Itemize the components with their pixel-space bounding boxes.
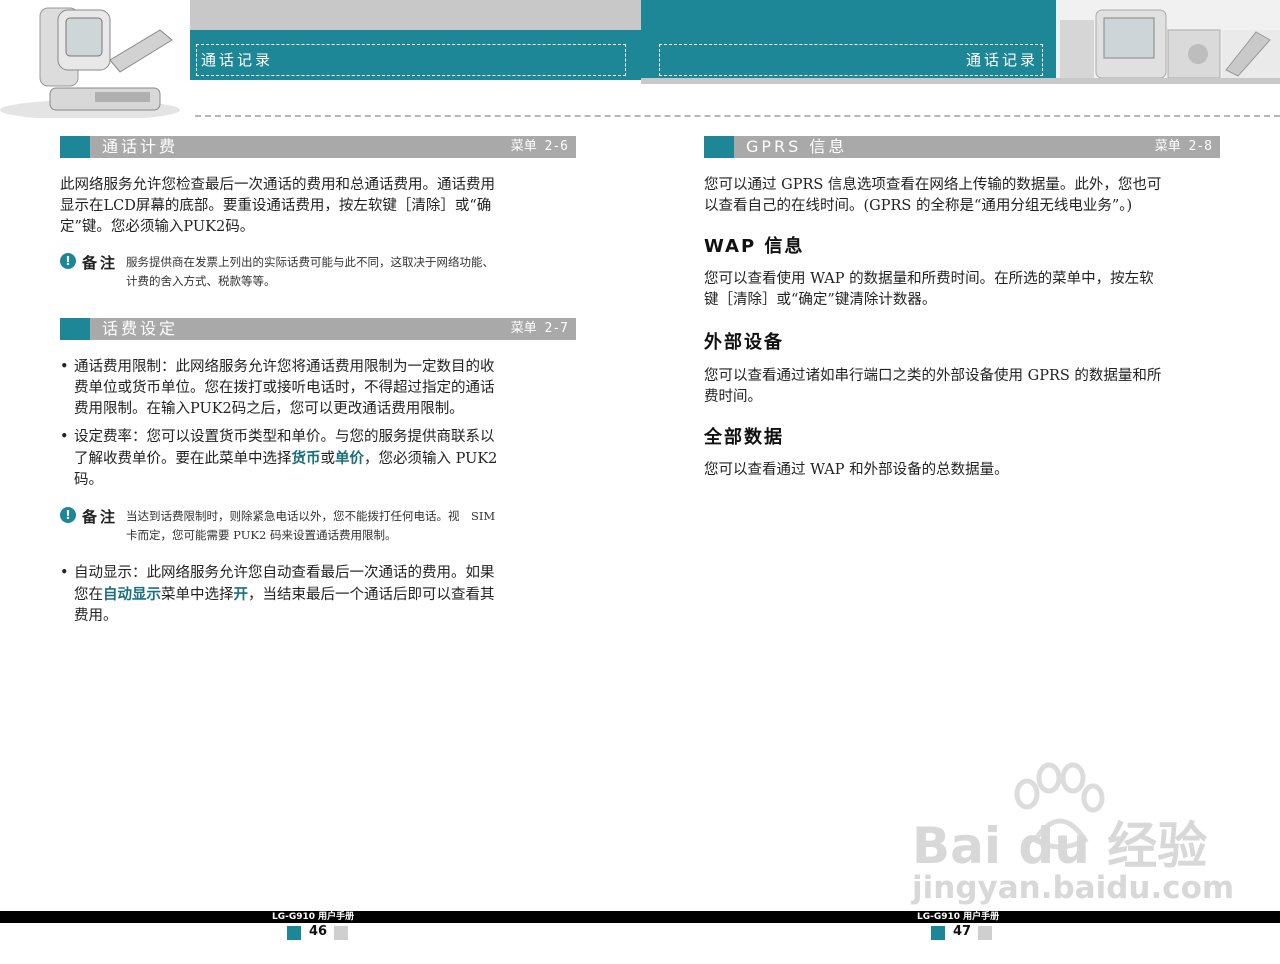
page-number-grey-block [334, 926, 348, 940]
text-line: 显示在LCD屏幕的底部。要重设通话费用，按左软键［清除］或“确 [60, 198, 492, 214]
header-title-right: 通话记录 [659, 44, 1043, 76]
text-line: 了解收费单价。要在此菜单中选择货币或单价，您必须输入 PUK2 [74, 448, 497, 470]
note-label: 备注 [82, 508, 119, 526]
section-title: 通话计费 [102, 137, 179, 156]
section-title: 话费设定 [102, 319, 179, 338]
text-line: 当达到话费限制时，则除紧急电话以外，您不能拨打任何电话。视 SIM [126, 509, 496, 523]
menu-option-currency: 货币 [291, 450, 321, 467]
text-span: 菜单中选择 [161, 587, 234, 603]
section-bar-block [704, 136, 734, 158]
note-text: 服务提供商在发票上列出的实际话费可能与此不同，这取决于网络功能、 计费的舍入方式… [126, 253, 494, 291]
phone-illustration-right [1056, 0, 1280, 78]
bullet-auto-display: • 自动显示：此网络服务允许您自动查看最后一次通话的费用。如果 您在自动显示菜单… [60, 563, 576, 626]
heading-wap-info: WAP 信息 [704, 236, 805, 257]
text-line: 卡而定，您可能需要 PUK2 码来设置通话费用限制。 [126, 528, 397, 542]
text-span: 了解收费单价。要在此菜单中选择 [74, 451, 292, 467]
text-line: 服务提供商在发票上列出的实际话费可能与此不同，这取决于网络功能、 [126, 255, 494, 269]
note-cost-limit: ! 备注 当达到话费限制时，则除紧急电话以外，您不能拨打任何电话。视 SIM 卡… [60, 506, 576, 546]
footer-manual-left: LG-G910 用户手册 [272, 912, 355, 922]
text-line: 费单位或货币单位。您在拨打或接听电话时，不得超过指定的通话 [74, 380, 495, 396]
text-line: 键［清除］或“确定”键清除计数器。 [704, 292, 937, 308]
section-bar-cost-settings: 话费设定 菜单 2-7 [60, 318, 576, 340]
bullet-dot: • [60, 359, 69, 375]
bullet-dot: • [60, 429, 69, 445]
menu-option-unit-price: 单价 [335, 450, 364, 467]
text-line: 费时间。 [704, 389, 762, 405]
bullet-set-tariff: • 设定费率：您可以设置货币类型和单价。与您的服务提供商联系以 了解收费单价。要… [60, 427, 576, 490]
text-line: 您可以通过 GPRS 信息选项查看在网络上传输的数据量。此外，您也可 [704, 177, 1162, 193]
text-line: 设定费率：您可以设置货币类型和单价。与您的服务提供商联系以 [74, 429, 495, 445]
watermark-brand: Bai du 经验 [912, 817, 1208, 875]
text-line: 定”键。您必须输入PUK2码。 [60, 219, 255, 235]
header-dashed-rule [195, 115, 1280, 117]
text-line: 您可以查看通过诸如串行端口之类的外部设备使用 GPRS 的数据量和所 [704, 368, 1162, 384]
page-number-grey-block [978, 926, 992, 940]
header-grey-band-left [186, 0, 641, 30]
menu-number: 菜单 2-8 [1154, 139, 1212, 154]
bullet-text: 设定费率：您可以设置货币类型和单价。与您的服务提供商联系以 了解收费单价。要在此… [74, 427, 497, 491]
bullet-text: 自动显示：此网络服务允许您自动查看最后一次通话的费用。如果 您在自动显示菜单中选… [74, 563, 495, 627]
section-bar-block [60, 136, 90, 158]
menu-option-auto-display: 自动显示 [103, 586, 161, 603]
external-device-paragraph: 您可以查看通过诸如串行端口之类的外部设备使用 GPRS 的数据量和所 费时间。 [704, 366, 1224, 408]
bullet-cost-limit: • 通话费用限制：此网络服务允许您将通话费用限制为一定数目的收 费单位或货币单位… [60, 357, 576, 420]
section-bar-gprs-info: GPRS 信息 菜单 2-8 [704, 136, 1220, 158]
phone-illustration-left [0, 0, 190, 118]
text-line: 计费的舍入方式、税款等等。 [126, 274, 276, 288]
heading-external-device: 外部设备 [704, 332, 784, 353]
heading-all-data: 全部数据 [704, 427, 784, 448]
section-bar-call-cost: 通话计费 菜单 2-6 [60, 136, 576, 158]
text-span: 或 [320, 451, 336, 467]
note-label: 备注 [82, 254, 119, 272]
menu-option-on: 开 [233, 586, 249, 603]
header-grey-band-right [641, 78, 1280, 84]
menu-number: 菜单 2-6 [510, 139, 568, 154]
text-line: 费用限制。在输入PUK2码之后，您可以更改通话费用限制。 [74, 401, 464, 417]
section-title: GPRS 信息 [746, 137, 848, 156]
call-cost-paragraph: 此网络服务允许您检查最后一次通话的费用和总通话费用。通话费用 显示在LCD屏幕的… [60, 175, 576, 238]
page-number-block [287, 926, 301, 940]
wap-info-paragraph: 您可以查看使用 WAP 的数据量和所费时间。在所选的菜单中，按左软 键［清除］或… [704, 269, 1224, 311]
text-line: 自动显示：此网络服务允许您自动查看最后一次通话的费用。如果 [74, 565, 495, 581]
all-data-paragraph: 您可以查看通过 WAP 和外部设备的总数据量。 [704, 460, 1224, 481]
text-line: 您可以查看通过 WAP 和外部设备的总数据量。 [704, 462, 1009, 478]
text-span: ，当结束最后一个通话后即可以查看其 [248, 587, 495, 603]
bullet-dot: • [60, 565, 69, 581]
text-span: ，您必须输入 PUK2 [364, 451, 498, 467]
exclamation-icon: ! [60, 253, 76, 269]
text-line: 以查看自己的在线时间。(GPRS 的全称是“通用分组无线电业务”。) [704, 198, 1133, 214]
text-line: 您可以查看使用 WAP 的数据量和所费时间。在所选的菜单中，按左软 [704, 271, 1154, 287]
watermark-url: jingyan.baidu.com [912, 870, 1235, 906]
menu-number: 菜单 2-7 [510, 321, 568, 336]
bullet-text: 通话费用限制：此网络服务允许您将通话费用限制为一定数目的收 费单位或货币单位。您… [74, 357, 495, 420]
text-line: 此网络服务允许您检查最后一次通话的费用和总通话费用。通话费用 [60, 177, 495, 193]
page-number-block [931, 926, 945, 940]
page-number-right: 47 [953, 924, 972, 939]
text-span: 您在 [74, 587, 103, 603]
text-line: 您在自动显示菜单中选择开，当结束最后一个通话后即可以查看其 [74, 584, 495, 606]
gprs-info-paragraph: 您可以通过 GPRS 信息选项查看在网络上传输的数据量。此外，您也可 以查看自己… [704, 175, 1224, 217]
text-line: 通话费用限制：此网络服务允许您将通话费用限制为一定数目的收 [74, 359, 495, 375]
page-number-left: 46 [309, 924, 328, 939]
text-line: 码。 [74, 472, 103, 488]
text-line: 费用。 [74, 608, 118, 624]
note-call-cost: ! 备注 服务提供商在发票上列出的实际话费可能与此不同，这取决于网络功能、 计费… [60, 252, 576, 292]
section-bar-block [60, 318, 90, 340]
exclamation-icon: ! [60, 507, 76, 523]
header-title-left: 通话记录 [196, 44, 626, 76]
note-text: 当达到话费限制时，则除紧急电话以外，您不能拨打任何电话。视 SIM 卡而定，您可… [126, 507, 495, 545]
footer-manual-right: LG-G910 用户手册 [917, 912, 1000, 922]
